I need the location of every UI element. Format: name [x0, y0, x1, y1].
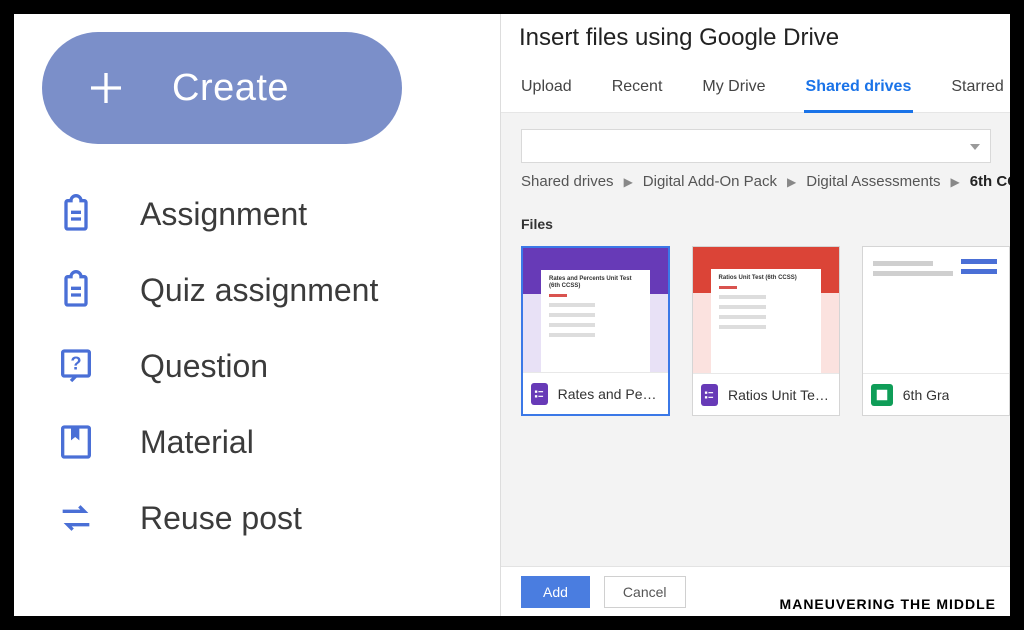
tab-recent[interactable]: Recent — [610, 78, 665, 112]
tab-starred[interactable]: Starred — [949, 78, 1005, 112]
menu-item-label: Assignment — [140, 196, 307, 233]
files-heading: Files — [521, 216, 1010, 232]
picker-tabs: Upload Recent My Drive Shared drives Sta… — [501, 58, 1010, 113]
menu-item-label: Material — [140, 424, 254, 461]
sheets-icon — [871, 384, 893, 406]
breadcrumb-item[interactable]: Digital Add-On Pack — [643, 173, 777, 190]
menu-item-assignment[interactable]: Assignment — [56, 194, 492, 234]
file-name: 6th Gra — [903, 387, 950, 403]
watermark-text: MANEUVERING THE MIDDLE — [780, 596, 996, 612]
menu-item-label: Reuse post — [140, 500, 302, 537]
question-icon: ? — [56, 346, 96, 386]
chevron-right-icon: ▶ — [950, 175, 959, 189]
file-card[interactable]: 6th Gra — [862, 246, 1010, 416]
menu-item-label: Question — [140, 348, 268, 385]
forms-icon — [701, 384, 718, 406]
breadcrumb-item-current: 6th CCSS — [970, 173, 1010, 190]
menu-item-reuse-post[interactable]: Reuse post — [56, 498, 492, 538]
clipboard-icon — [56, 270, 96, 310]
breadcrumb-item[interactable]: Digital Assessments — [806, 173, 940, 190]
create-button[interactable]: Create — [42, 32, 402, 144]
file-name: Ratios Unit Test (6t... — [728, 387, 831, 403]
file-name: Rates and Percents... — [558, 386, 660, 402]
menu-item-quiz-assignment[interactable]: Quiz assignment — [56, 270, 492, 310]
create-menu: Assignment Quiz assignment ? Quest — [42, 194, 492, 538]
file-card[interactable]: Ratios Unit Test (6th CCSS)Ratios Unit T… — [692, 246, 840, 416]
breadcrumb-item[interactable]: Shared drives — [521, 173, 614, 190]
file-card[interactable]: Rates and Percents Unit Test (6th CCSS)R… — [521, 246, 670, 416]
chevron-right-icon: ▶ — [787, 175, 796, 189]
files-row: Rates and Percents Unit Test (6th CCSS)R… — [521, 246, 1010, 416]
picker-title: Insert files using Google Drive — [501, 14, 1010, 58]
drive-picker: Insert files using Google Drive Upload R… — [500, 14, 1010, 616]
plus-icon — [86, 68, 126, 108]
tab-my-drive[interactable]: My Drive — [700, 78, 767, 112]
cancel-button[interactable]: Cancel — [604, 576, 686, 608]
clipboard-icon — [56, 194, 96, 234]
svg-text:?: ? — [70, 352, 81, 373]
breadcrumb: Shared drives ▶ Digital Add-On Pack ▶ Di… — [521, 173, 1010, 190]
reuse-icon — [56, 498, 96, 538]
forms-icon — [531, 383, 548, 405]
tab-upload[interactable]: Upload — [519, 78, 574, 112]
menu-item-material[interactable]: Material — [56, 422, 492, 462]
bookmark-icon — [56, 422, 96, 462]
create-button-label: Create — [172, 67, 289, 110]
drive-select-dropdown[interactable] — [521, 129, 991, 163]
chevron-right-icon: ▶ — [624, 175, 633, 189]
menu-item-question[interactable]: ? Question — [56, 346, 492, 386]
add-button[interactable]: Add — [521, 576, 590, 608]
menu-item-label: Quiz assignment — [140, 272, 378, 309]
tab-shared-drives[interactable]: Shared drives — [804, 78, 914, 113]
